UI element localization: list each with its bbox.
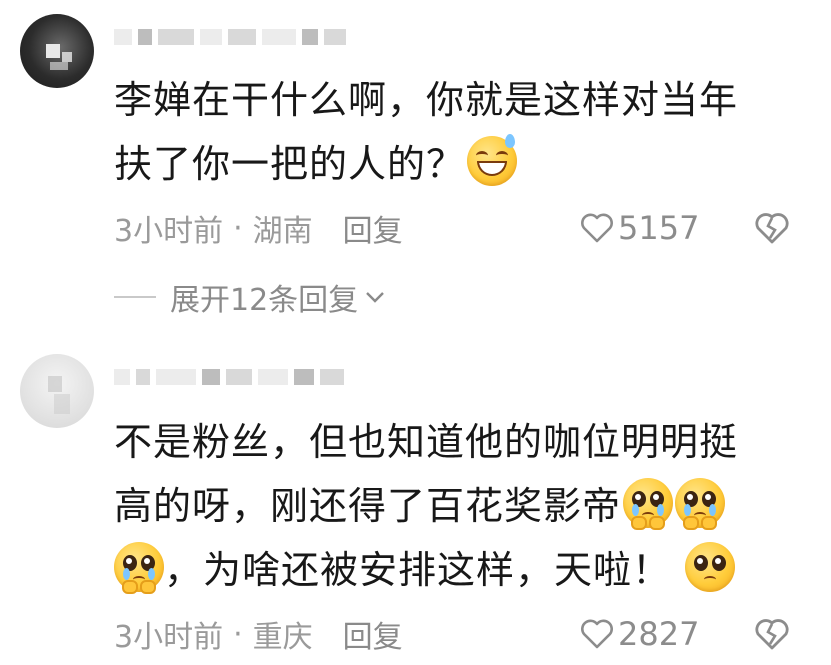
broken-heart-icon[interactable] (752, 614, 792, 654)
comment-meta: 3小时前 · 重庆 回复 (114, 612, 403, 656)
pleading-face-emoji-icon (114, 542, 164, 594)
user-avatar[interactable] (20, 14, 94, 88)
divider-line (114, 296, 156, 298)
meta-separator: · (233, 616, 243, 652)
broken-heart-icon[interactable] (752, 208, 792, 248)
comment-text-line: 高的呀，刚还得了百花奖影帝 (114, 484, 622, 528)
heart-outline-icon (581, 213, 613, 243)
pleading-face-emoji-icon (685, 542, 736, 592)
like-button[interactable]: 2827 (580, 614, 699, 654)
comment-text-line: 李婵在干什么啊，你就是这样对当年 (114, 78, 739, 122)
comment-time: 3小时前 (114, 620, 224, 655)
like-button[interactable]: 5157 (580, 208, 699, 248)
user-avatar[interactable] (20, 354, 94, 428)
comment-text-line: 扶了你一把的人的？ (114, 142, 466, 186)
heart-outline-icon (581, 619, 613, 649)
comment-location: 湖南 (252, 214, 313, 249)
comment-text: 不是粉丝，但也知道他的咖位明明挺 高的呀，刚还得了百花奖影帝 ，为啥还被安排这样… (114, 410, 738, 602)
meta-separator: · (233, 210, 243, 246)
pleading-face-emoji-icon (623, 478, 674, 530)
comment-text-line: 不是粉丝，但也知道他的咖位明明挺 (114, 420, 739, 464)
expand-replies-button[interactable]: 展开12条回复 (114, 277, 386, 318)
comment-text: 李婵在干什么啊，你就是这样对当年 扶了你一把的人的？ (114, 68, 738, 196)
expand-replies-label: 展开12条回复 (170, 283, 359, 318)
comment-meta: 3小时前 · 湖南 回复 (114, 206, 403, 250)
username-blurred[interactable] (114, 22, 346, 52)
comment-text-line: ，为啥还被安排这样，天啦！ (164, 548, 672, 592)
reply-button[interactable]: 回复 (343, 206, 403, 250)
comment-time: 3小时前 (114, 214, 224, 249)
username-blurred[interactable] (114, 362, 344, 392)
comment-location: 重庆 (252, 620, 313, 655)
chevron-down-icon (366, 292, 385, 303)
like-count: 2827 (618, 615, 700, 653)
pleading-face-emoji-icon (675, 478, 726, 530)
like-count: 5157 (618, 209, 700, 247)
reply-button[interactable]: 回复 (343, 612, 403, 656)
grinning-sweat-emoji-icon (467, 134, 518, 186)
